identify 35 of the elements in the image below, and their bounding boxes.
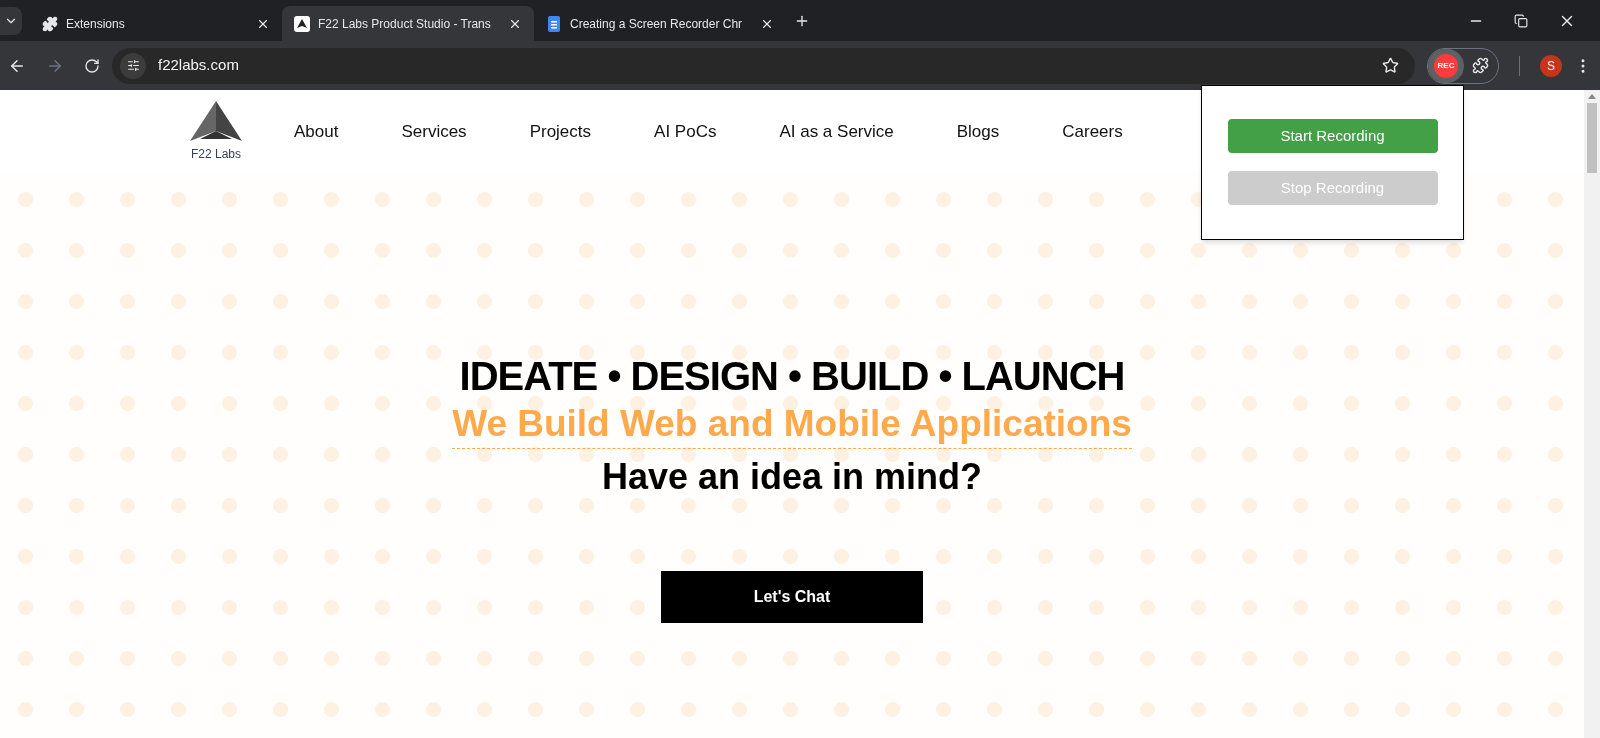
browser-tab[interactable]: F22 Labs Product Studio - Trans xyxy=(282,6,534,41)
scrollbar-thumb[interactable] xyxy=(1587,103,1597,173)
browser-tab[interactable]: Creating a Screen Recorder Chr xyxy=(534,6,786,41)
nav-link[interactable]: AI as a Service xyxy=(779,119,894,145)
hero-headline: IDEATE • DESIGN • BUILD • LAUNCH xyxy=(459,353,1125,400)
bookmark-star-icon[interactable] xyxy=(1382,57,1399,74)
browser-tab[interactable]: Extensions xyxy=(30,6,282,41)
reload-icon[interactable] xyxy=(84,57,100,74)
lets-chat-button[interactable]: Let's Chat xyxy=(661,571,923,623)
restore-icon[interactable] xyxy=(1514,13,1528,28)
scroll-up-arrow-icon[interactable] xyxy=(1588,94,1596,99)
nav-link[interactable]: Blogs xyxy=(956,119,1000,145)
profile-avatar[interactable]: S xyxy=(1540,54,1562,77)
tab-title: Creating a Screen Recorder Chr xyxy=(570,15,744,33)
hero-question: Have an idea in mind? xyxy=(601,455,983,499)
nav-link[interactable]: Careers xyxy=(1062,119,1123,145)
nav-link[interactable]: Services xyxy=(401,119,467,145)
address-bar[interactable]: f22labs.com xyxy=(112,47,1415,84)
tab-title: Extensions xyxy=(66,15,126,33)
nav-link[interactable]: About xyxy=(294,119,339,145)
site-logo-icon xyxy=(294,15,310,32)
tab-search-button[interactable] xyxy=(0,6,22,35)
site-settings-icon[interactable] xyxy=(120,52,146,79)
rec-badge: REC xyxy=(1434,53,1458,78)
extensions-icon[interactable] xyxy=(1472,57,1489,74)
tab-title: F22 Labs Product Studio - Trans xyxy=(318,15,492,33)
document-icon xyxy=(546,15,562,32)
nav-link[interactable]: Projects xyxy=(529,119,592,145)
url-text: f22labs.com xyxy=(158,55,240,76)
logo-text: F22 Labs xyxy=(190,146,241,163)
recorder-extension-button[interactable]: REC xyxy=(1428,48,1464,83)
puzzle-icon xyxy=(42,15,58,32)
scrollbar[interactable] xyxy=(1584,90,1600,738)
hero-subheadline: We Build Web and Mobile Applications xyxy=(452,400,1132,449)
nav-link[interactable]: AI PoCs xyxy=(654,119,717,145)
